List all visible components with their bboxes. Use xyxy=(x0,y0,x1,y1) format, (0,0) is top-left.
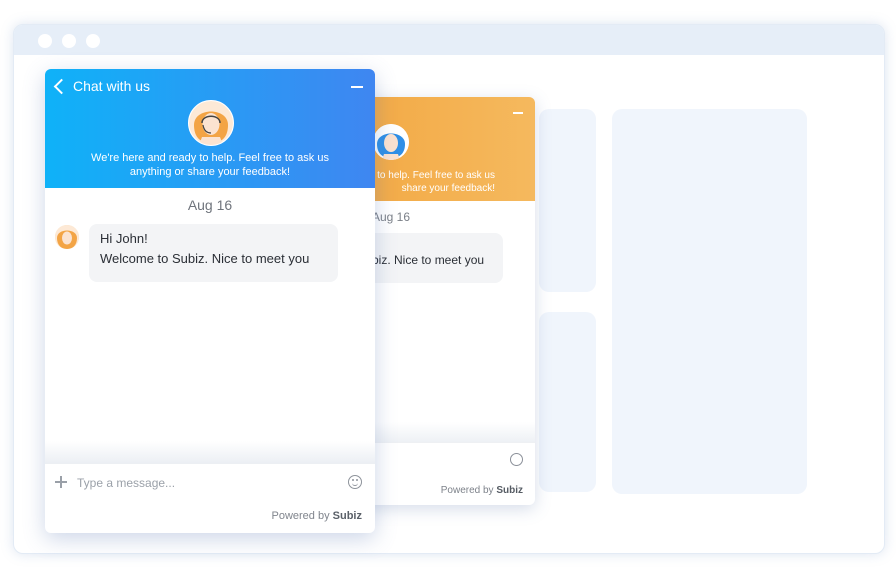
window-dot xyxy=(62,34,76,48)
message-bubble: biz. Nice to meet you xyxy=(360,233,503,283)
widget-header: Chat with us We're here and ready to hel… xyxy=(45,69,375,188)
message-text: Welcome to Subiz. Nice to meet you xyxy=(100,251,310,266)
agent-avatar xyxy=(373,124,409,160)
powered-brand: Subiz xyxy=(496,485,523,496)
intro-line: We're here and ready to help. Feel free … xyxy=(91,152,329,164)
content-placeholder xyxy=(612,109,807,494)
powered-by: Powered by Subiz xyxy=(272,510,363,522)
emoji-icon[interactable] xyxy=(510,453,523,466)
message-text: Hi John! xyxy=(100,231,148,246)
window-dot xyxy=(38,34,52,48)
powered-prefix: Powered by xyxy=(440,485,494,496)
window-dot xyxy=(86,34,100,48)
powered-by: Powered by Subiz xyxy=(441,485,523,496)
message-input[interactable] xyxy=(75,472,329,494)
chat-widget-blue: Chat with us We're here and ready to hel… xyxy=(45,69,375,533)
minimize-icon xyxy=(351,86,363,88)
powered-brand: Subiz xyxy=(332,510,362,522)
agent-avatar xyxy=(55,225,79,249)
composer xyxy=(45,463,375,500)
agent-avatar xyxy=(188,100,234,146)
emoji-icon[interactable] xyxy=(348,475,362,489)
content-placeholder xyxy=(539,312,596,492)
browser-title-bar xyxy=(14,25,884,55)
chat-fade xyxy=(45,441,375,463)
widget-intro: We're here and ready to help. Feel free … xyxy=(55,151,365,179)
content-placeholder xyxy=(539,109,596,292)
message-bubble: Hi John! Welcome to Subiz. Nice to meet … xyxy=(89,224,338,282)
back-chevron-icon[interactable] xyxy=(53,78,70,95)
date-separator: Aug 16 xyxy=(372,210,411,224)
minimize-button[interactable] xyxy=(347,76,367,96)
powered-prefix: Powered by xyxy=(271,510,330,522)
plus-icon[interactable] xyxy=(55,476,67,488)
intro-line: anything or share your feedback! xyxy=(129,166,291,178)
widget-title: Chat with us xyxy=(73,78,151,94)
message-text: biz. Nice to meet you xyxy=(372,253,485,267)
minimize-icon[interactable] xyxy=(513,112,523,114)
date-separator: Aug 16 xyxy=(187,197,233,213)
